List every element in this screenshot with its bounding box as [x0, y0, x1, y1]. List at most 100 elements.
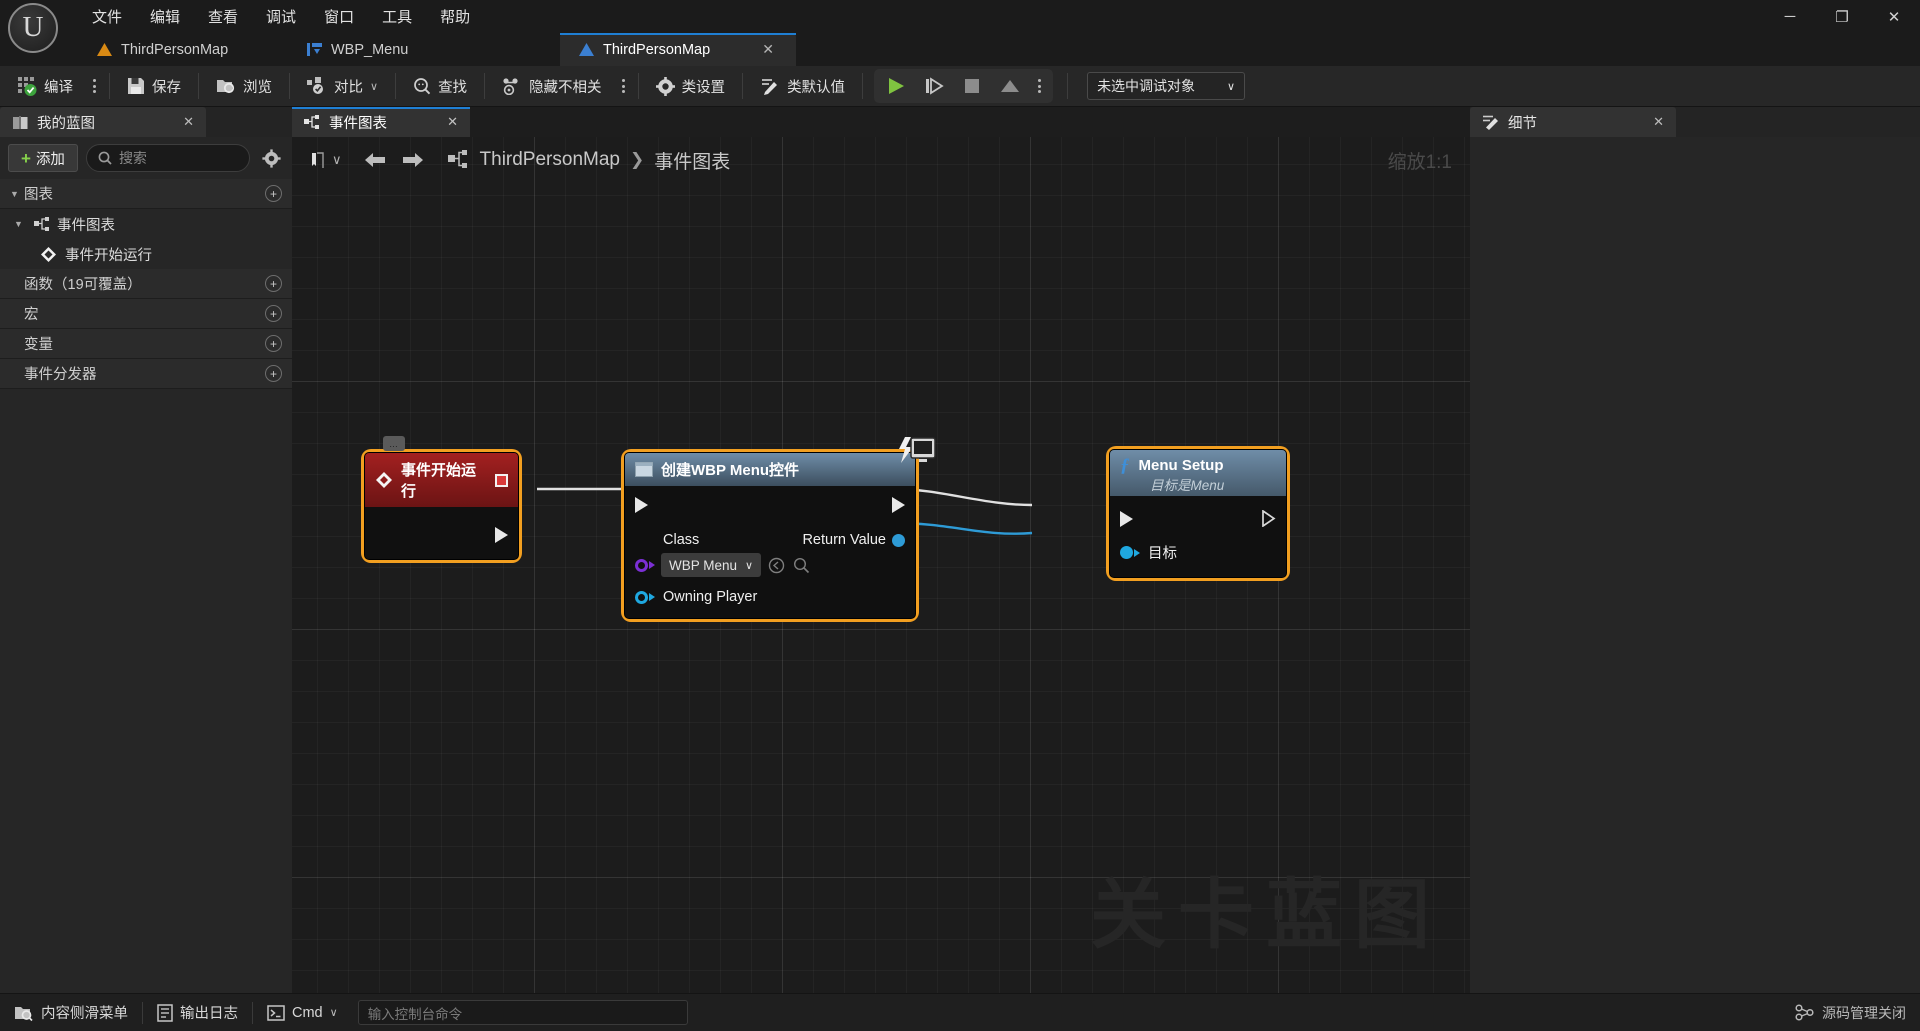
debug-object-selector[interactable]: 未选中调试对象 ∨	[1087, 72, 1246, 100]
section-graphs[interactable]: ▼ 图表 +	[0, 179, 292, 209]
breadcrumb-item-map[interactable]: ThirdPersonMap	[480, 149, 620, 171]
toolbar-separator	[198, 73, 199, 99]
graph-tab-event-graph[interactable]: 事件图表 ✕	[292, 107, 470, 137]
save-button[interactable]: 保存	[115, 70, 193, 103]
menu-item-file[interactable]: 文件	[78, 2, 136, 31]
play-options-kebab[interactable]	[1030, 79, 1049, 93]
step-button[interactable]	[916, 72, 952, 100]
compile-options-kebab[interactable]	[85, 79, 104, 93]
output-log-button[interactable]: 输出日志	[143, 994, 252, 1031]
section-functions-label: 函数（19可覆盖）	[24, 277, 142, 293]
add-macro-button[interactable]: +	[265, 305, 282, 322]
menu-item-view[interactable]: 查看	[194, 2, 252, 31]
details-close-icon[interactable]: ✕	[1653, 114, 1664, 130]
hide-unrelated-button[interactable]: 隐藏不相关	[490, 70, 614, 103]
exec-output-pin[interactable]	[495, 527, 508, 543]
menu-item-debug[interactable]: 调试	[252, 2, 310, 31]
bookmark-chevron-down-icon[interactable]: ∨	[332, 152, 342, 168]
details-tab[interactable]: 细节 ✕	[1470, 107, 1676, 137]
section-event-dispatchers[interactable]: 事件分发器 +	[0, 359, 292, 389]
owning-player-pin[interactable]	[635, 590, 655, 604]
node-title: 事件开始运行	[401, 462, 477, 500]
play-button[interactable]	[878, 72, 914, 100]
menu-item-edit[interactable]: 编辑	[136, 2, 194, 31]
menu-item-window[interactable]: 窗口	[310, 2, 368, 31]
section-functions[interactable]: 函数（19可覆盖） +	[0, 269, 292, 299]
section-macros[interactable]: 宏 +	[0, 299, 292, 329]
output-log-icon	[157, 1003, 173, 1022]
browse-button[interactable]: 浏览	[204, 70, 284, 103]
breadcrumb: ThirdPersonMap ❯ 事件图表	[447, 147, 730, 174]
node-breakpoint-badge-icon[interactable]	[495, 473, 508, 487]
caret-down-icon: ▼	[10, 188, 19, 199]
section-variables-label: 变量	[24, 337, 53, 353]
node-comment-bubble[interactable]: …	[383, 436, 405, 451]
my-blueprint-body: + 添加 搜索 ▼ 图表 + ▼ 事件图表 事件开始运行 函数（19可覆盖） +…	[0, 137, 292, 993]
stop-button[interactable]	[954, 72, 990, 100]
menu-item-tools[interactable]: 工具	[368, 2, 426, 31]
bookmark-icon[interactable]	[300, 145, 334, 175]
asset-tab-wbp-menu[interactable]: WBP_Menu	[288, 33, 468, 66]
class-settings-button[interactable]: 类设置	[644, 70, 738, 103]
pin-row-owning-player: Owning Player	[625, 577, 915, 608]
search-icon[interactable]	[792, 556, 811, 575]
node-create-widget[interactable]: 创建WBP Menu控件 Class Return Value WBP Menu…	[624, 452, 916, 619]
close-button[interactable]: ✕	[1868, 0, 1920, 33]
maximize-button[interactable]: ❐	[1816, 0, 1868, 33]
hide-unrelated-kebab[interactable]	[614, 79, 633, 93]
breadcrumb-item-event-graph[interactable]: 事件图表	[654, 147, 730, 174]
return-value-pin[interactable]	[892, 533, 905, 547]
add-new-button[interactable]: + 添加	[8, 144, 78, 172]
section-variables[interactable]: 变量 +	[0, 329, 292, 359]
my-blueprint-close-icon[interactable]: ✕	[183, 114, 194, 130]
source-control-status[interactable]: 源码管理关闭	[1795, 1003, 1920, 1023]
exec-output-pin[interactable]	[1262, 510, 1276, 527]
exec-input-pin[interactable]	[1120, 510, 1133, 527]
my-blueprint-search-input[interactable]: 搜索	[85, 144, 250, 172]
content-drawer-button[interactable]: 内容侧滑菜单	[0, 994, 142, 1031]
cmd-selector[interactable]: Cmd ∨	[253, 994, 352, 1031]
browse-to-asset-icon[interactable]	[767, 556, 786, 575]
graph-tab-close-icon[interactable]: ✕	[447, 114, 458, 130]
my-blueprint-settings-gear-icon[interactable]	[258, 145, 284, 171]
navigate-forward-button[interactable]	[396, 145, 430, 175]
find-button[interactable]: 查找	[401, 70, 479, 103]
node-pins: 目标	[1110, 496, 1286, 577]
add-variable-button[interactable]: +	[265, 335, 282, 352]
target-pin[interactable]	[1120, 546, 1140, 559]
tree-item-event-graph[interactable]: ▼ 事件图表	[0, 209, 292, 239]
asset-tab-thirdpersonmap-blueprint[interactable]: ThirdPersonMap ✕	[560, 33, 796, 66]
widget-icon	[635, 462, 653, 477]
console-command-input[interactable]: 输入控制台命令	[357, 1000, 688, 1025]
minimize-button[interactable]: ─	[1764, 0, 1816, 33]
chevron-down-icon: ∨	[1227, 80, 1236, 93]
asset-tab-close-icon[interactable]: ✕	[744, 41, 774, 58]
search-icon	[413, 77, 431, 95]
exec-output-pin[interactable]	[892, 497, 905, 513]
add-function-button[interactable]: +	[265, 275, 282, 292]
add-event-dispatcher-button[interactable]: +	[265, 365, 282, 382]
unreal-logo-icon[interactable]: U	[8, 3, 58, 53]
class-input-pin[interactable]	[635, 558, 655, 572]
diff-button[interactable]: 对比 ∨	[295, 70, 390, 103]
my-blueprint-tab[interactable]: 我的蓝图 ✕	[0, 107, 206, 137]
chevron-down-icon: ∨	[745, 559, 754, 572]
blueprint-canvas[interactable]: ∨ ThirdPersonMap ❯ 事件图表 缩放1:1 关卡蓝图 事件开始运…	[292, 137, 1470, 993]
eject-button[interactable]	[992, 72, 1028, 100]
tree-item-event-begin-play[interactable]: 事件开始运行	[0, 239, 292, 269]
class-pin-label: Class	[663, 532, 700, 548]
add-graph-button[interactable]: +	[265, 185, 282, 202]
node-event-begin-play[interactable]: 事件开始运行	[364, 452, 519, 560]
exec-input-pin[interactable]	[635, 497, 648, 513]
asset-tab-thirdpersonmap-level[interactable]: ThirdPersonMap	[78, 33, 258, 66]
plus-icon: +	[21, 148, 31, 168]
node-menu-setup[interactable]: ƒ Menu Setup 目标是Menu 目标	[1109, 449, 1287, 578]
my-blueprint-title: 我的蓝图	[37, 115, 95, 132]
main-area: 我的蓝图 ✕ + 添加 搜索 ▼ 图表 + ▼ 事件图表 事件开始运行 函数（1…	[0, 107, 1920, 993]
navigate-back-button[interactable]	[358, 145, 392, 175]
compile-button[interactable]: 编译	[6, 70, 85, 103]
menu-item-help[interactable]: 帮助	[426, 2, 484, 31]
class-defaults-button[interactable]: 类默认值	[748, 70, 857, 103]
console-command-placeholder: 输入控制台命令	[367, 1006, 463, 1022]
class-value-dropdown[interactable]: WBP Menu ∨	[661, 553, 762, 577]
